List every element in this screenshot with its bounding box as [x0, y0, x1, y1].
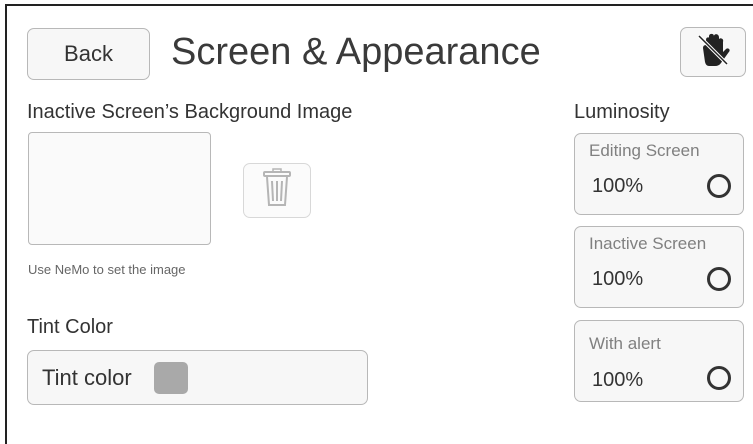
luminosity-item-label: Inactive Screen — [589, 234, 707, 253]
luminosity-heading: Luminosity — [574, 101, 670, 123]
page-title: Screen & Appearance — [171, 31, 541, 73]
tint-color-heading: Tint Color — [27, 316, 113, 338]
hand-mute-icon — [693, 32, 733, 73]
circle-icon — [707, 174, 731, 198]
circle-icon — [707, 366, 731, 390]
luminosity-item-value: 100% — [592, 369, 644, 391]
tint-color-swatch — [153, 361, 188, 394]
background-image-heading: Inactive Screen’s Background Image — [27, 101, 353, 123]
luminosity-item-value: 100% — [592, 268, 644, 290]
trash-icon — [259, 168, 295, 213]
image-hint: Use NeMo to set the image — [28, 262, 186, 277]
circle-icon — [707, 267, 731, 291]
luminosity-item-value: 100% — [592, 175, 644, 197]
luminosity-with-alert[interactable]: With alert 100% — [574, 320, 744, 402]
mute-button[interactable] — [680, 27, 746, 77]
tint-color-field[interactable]: Tint color — [27, 350, 368, 405]
luminosity-editing-screen[interactable]: Editing Screen 100% — [574, 133, 744, 215]
back-button-label: Back — [64, 41, 113, 66]
tint-color-label: Tint color — [42, 364, 132, 390]
luminosity-item-label: With alert — [589, 334, 661, 353]
delete-image-button[interactable] — [243, 163, 311, 218]
back-button[interactable]: Back — [27, 28, 150, 80]
background-image-preview[interactable] — [28, 132, 211, 245]
luminosity-inactive-screen[interactable]: Inactive Screen 100% — [574, 226, 744, 308]
luminosity-item-label: Editing Screen — [589, 141, 700, 160]
